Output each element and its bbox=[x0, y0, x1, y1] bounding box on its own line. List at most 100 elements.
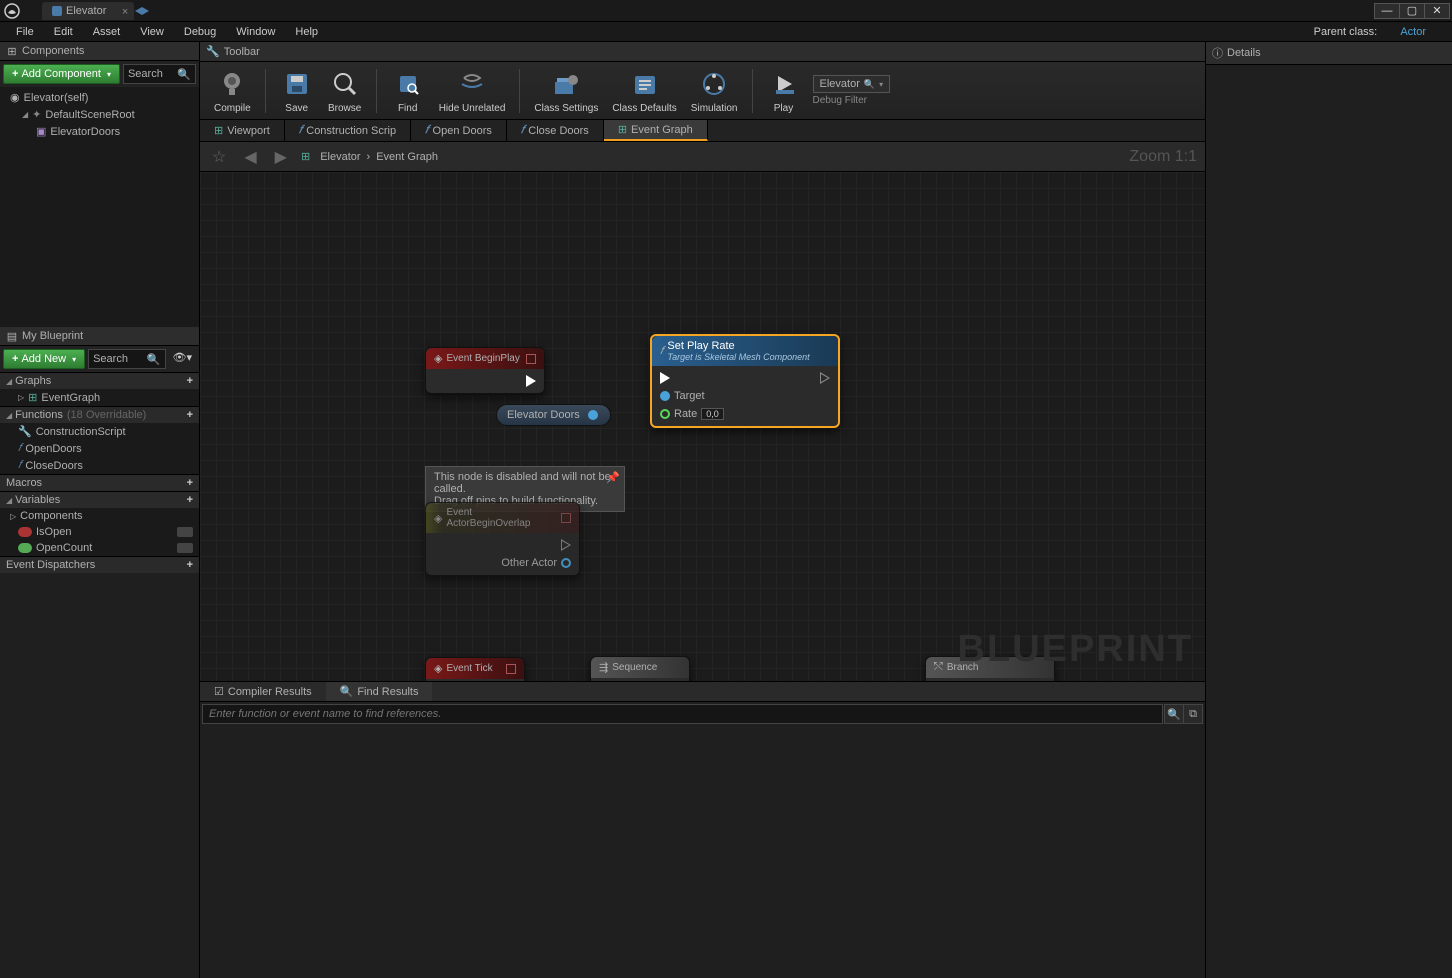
menu-file[interactable]: File bbox=[6, 23, 44, 41]
graph-item-eventgraph[interactable]: ▷ ⊞ EventGraph bbox=[0, 389, 199, 406]
hide-unrelated-button[interactable]: Hide Unrelated bbox=[433, 65, 512, 116]
section-variables[interactable]: ◢ Variables + bbox=[0, 491, 199, 508]
tab-find-results[interactable]: 🔍Find Results bbox=[326, 682, 433, 701]
zoom-label: Zoom 1:1 bbox=[1129, 148, 1197, 166]
rate-pin[interactable]: Rate0,0 bbox=[660, 408, 724, 420]
node-set-play-rate[interactable]: 𝑓 Set Play Rate Target is Skeletal Mesh … bbox=[650, 334, 840, 428]
unreal-logo-icon bbox=[2, 1, 22, 21]
variable-item[interactable]: OpenCount bbox=[0, 540, 199, 556]
node-toggle-icon[interactable] bbox=[526, 354, 536, 364]
wrench-icon: 🔧 bbox=[206, 45, 220, 58]
nav-back-button[interactable]: ◀ bbox=[240, 147, 260, 167]
parent-class: Parent class: Actor bbox=[1294, 23, 1446, 41]
maximize-button[interactable]: ▢ bbox=[1399, 3, 1425, 19]
node-toggle-icon[interactable] bbox=[506, 664, 516, 674]
menu-window[interactable]: Window bbox=[226, 23, 285, 41]
play-button[interactable]: Play bbox=[761, 65, 807, 116]
class-defaults-button[interactable]: Class Defaults bbox=[606, 65, 682, 116]
menu-debug[interactable]: Debug bbox=[174, 23, 226, 41]
add-variable-button[interactable]: + bbox=[187, 494, 193, 506]
tab-viewport[interactable]: ⊞Viewport bbox=[200, 120, 285, 141]
tab-opendoors[interactable]: 𝑓Open Doors bbox=[411, 120, 507, 141]
section-functions[interactable]: ◢ Functions (18 Overridable) + bbox=[0, 406, 199, 423]
menu-edit[interactable]: Edit bbox=[44, 23, 83, 41]
node-sequence[interactable]: ⇶ Sequence Then 0 bbox=[590, 656, 690, 681]
event-icon: ◈ bbox=[434, 512, 442, 525]
add-graph-button[interactable]: + bbox=[187, 375, 193, 387]
exec-out-pin[interactable] bbox=[561, 539, 571, 551]
variable-category[interactable]: ▷Components bbox=[0, 508, 199, 524]
search-icon: 🔍 bbox=[864, 79, 875, 90]
breadcrumb-leaf: Event Graph bbox=[376, 151, 438, 163]
debug-filter: Elevator 🔍 Debug Filter bbox=[813, 75, 891, 106]
find-filter-button[interactable]: ⧉ bbox=[1183, 704, 1203, 724]
document-tab[interactable]: Elevator × bbox=[42, 2, 134, 20]
function-item[interactable]: 𝑓OpenDoors bbox=[0, 440, 199, 457]
breadcrumb-root[interactable]: Elevator bbox=[320, 151, 360, 163]
add-new-button[interactable]: + Add New bbox=[3, 349, 85, 369]
node-event-beginplay[interactable]: ◈ Event BeginPlay bbox=[425, 347, 545, 394]
node-elevator-doors[interactable]: Elevator Doors bbox=[496, 404, 611, 426]
exec-out-pin[interactable] bbox=[820, 372, 830, 384]
nav-forward-button[interactable]: ▶ bbox=[271, 147, 291, 167]
section-graphs[interactable]: ◢ Graphs + bbox=[0, 372, 199, 389]
node-header: ◈ Event BeginPlay bbox=[426, 348, 544, 369]
graph-canvas[interactable]: ◈ Event BeginPlay Elevator Doors 𝑓 Se bbox=[200, 172, 1205, 681]
favorite-button[interactable]: ☆ bbox=[208, 147, 230, 167]
add-component-button[interactable]: + Add Component bbox=[3, 64, 120, 84]
marketplace-icon[interactable] bbox=[134, 5, 150, 17]
save-icon bbox=[280, 67, 314, 101]
function-item[interactable]: 𝑓CloseDoors bbox=[0, 457, 199, 474]
node-actor-begin-overlap[interactable]: ◈ Event ActorBeginOverlap Other Actor bbox=[425, 502, 580, 576]
tree-item-root[interactable]: ◢ ✦ DefaultSceneRoot bbox=[4, 106, 195, 123]
tab-compiler-results[interactable]: ☑Compiler Results bbox=[200, 682, 326, 701]
section-dispatchers[interactable]: Event Dispatchers + bbox=[0, 556, 199, 573]
class-settings-button[interactable]: Class Settings bbox=[528, 65, 604, 116]
find-input[interactable] bbox=[202, 704, 1163, 724]
section-macros[interactable]: Macros + bbox=[0, 474, 199, 491]
find-button[interactable]: Find bbox=[385, 65, 431, 116]
axes-icon: ✦ bbox=[32, 108, 41, 121]
eye-toggle-icon[interactable] bbox=[177, 543, 193, 553]
close-tab-icon[interactable]: × bbox=[122, 6, 128, 18]
menu-asset[interactable]: Asset bbox=[83, 23, 131, 41]
node-toggle-icon[interactable] bbox=[561, 513, 571, 523]
exec-out-pin[interactable] bbox=[526, 375, 536, 387]
node-event-tick[interactable]: ◈ Event Tick bbox=[425, 657, 525, 681]
components-tree: ◉ Elevator(self) ◢ ✦ DefaultSceneRoot ▣ … bbox=[0, 87, 199, 327]
tab-closedoors[interactable]: 𝑓Close Doors bbox=[507, 120, 604, 141]
view-options-button[interactable]: 👁▾ bbox=[169, 349, 197, 369]
target-pin[interactable]: Target bbox=[660, 390, 705, 402]
blueprint-search-input[interactable]: Search 🔍 bbox=[88, 349, 165, 369]
components-search-input[interactable]: Search 🔍 bbox=[123, 64, 196, 84]
menu-help[interactable]: Help bbox=[285, 23, 328, 41]
close-window-button[interactable]: ✕ bbox=[1424, 3, 1450, 19]
function-icon: 𝑓 bbox=[299, 124, 302, 137]
find-icon bbox=[391, 67, 425, 101]
function-item[interactable]: 🔧ConstructionScript bbox=[0, 423, 199, 440]
tab-construction[interactable]: 𝑓Construction Scrip bbox=[285, 120, 411, 141]
add-macro-button[interactable]: + bbox=[187, 477, 193, 489]
add-dispatcher-button[interactable]: + bbox=[187, 559, 193, 571]
save-button[interactable]: Save bbox=[274, 65, 320, 116]
exec-in-pin[interactable] bbox=[660, 372, 670, 384]
tab-eventgraph[interactable]: ⊞Event Graph bbox=[604, 120, 708, 141]
object-out-pin[interactable] bbox=[588, 410, 598, 420]
other-actor-pin[interactable]: Other Actor bbox=[501, 557, 571, 569]
add-function-button[interactable]: + bbox=[187, 409, 193, 421]
caret-down-icon: ◢ bbox=[22, 110, 28, 119]
eye-toggle-icon[interactable] bbox=[177, 527, 193, 537]
wrench-icon: 🔧 bbox=[18, 425, 32, 438]
menu-view[interactable]: View bbox=[130, 23, 174, 41]
rate-input[interactable]: 0,0 bbox=[701, 408, 724, 420]
debug-filter-select[interactable]: Elevator 🔍 bbox=[813, 75, 891, 93]
tree-item-self[interactable]: ◉ Elevator(self) bbox=[4, 89, 195, 106]
variable-item[interactable]: IsOpen bbox=[0, 524, 199, 540]
tree-item-doors[interactable]: ▣ ElevatorDoors bbox=[4, 123, 195, 140]
simulation-button[interactable]: Simulation bbox=[685, 65, 744, 116]
minimize-button[interactable]: — bbox=[1374, 3, 1400, 19]
find-search-button[interactable]: 🔍 bbox=[1164, 704, 1184, 724]
browse-button[interactable]: Browse bbox=[322, 65, 368, 116]
parent-class-link[interactable]: Actor bbox=[1390, 23, 1436, 41]
compile-button[interactable]: Compile bbox=[208, 65, 257, 116]
